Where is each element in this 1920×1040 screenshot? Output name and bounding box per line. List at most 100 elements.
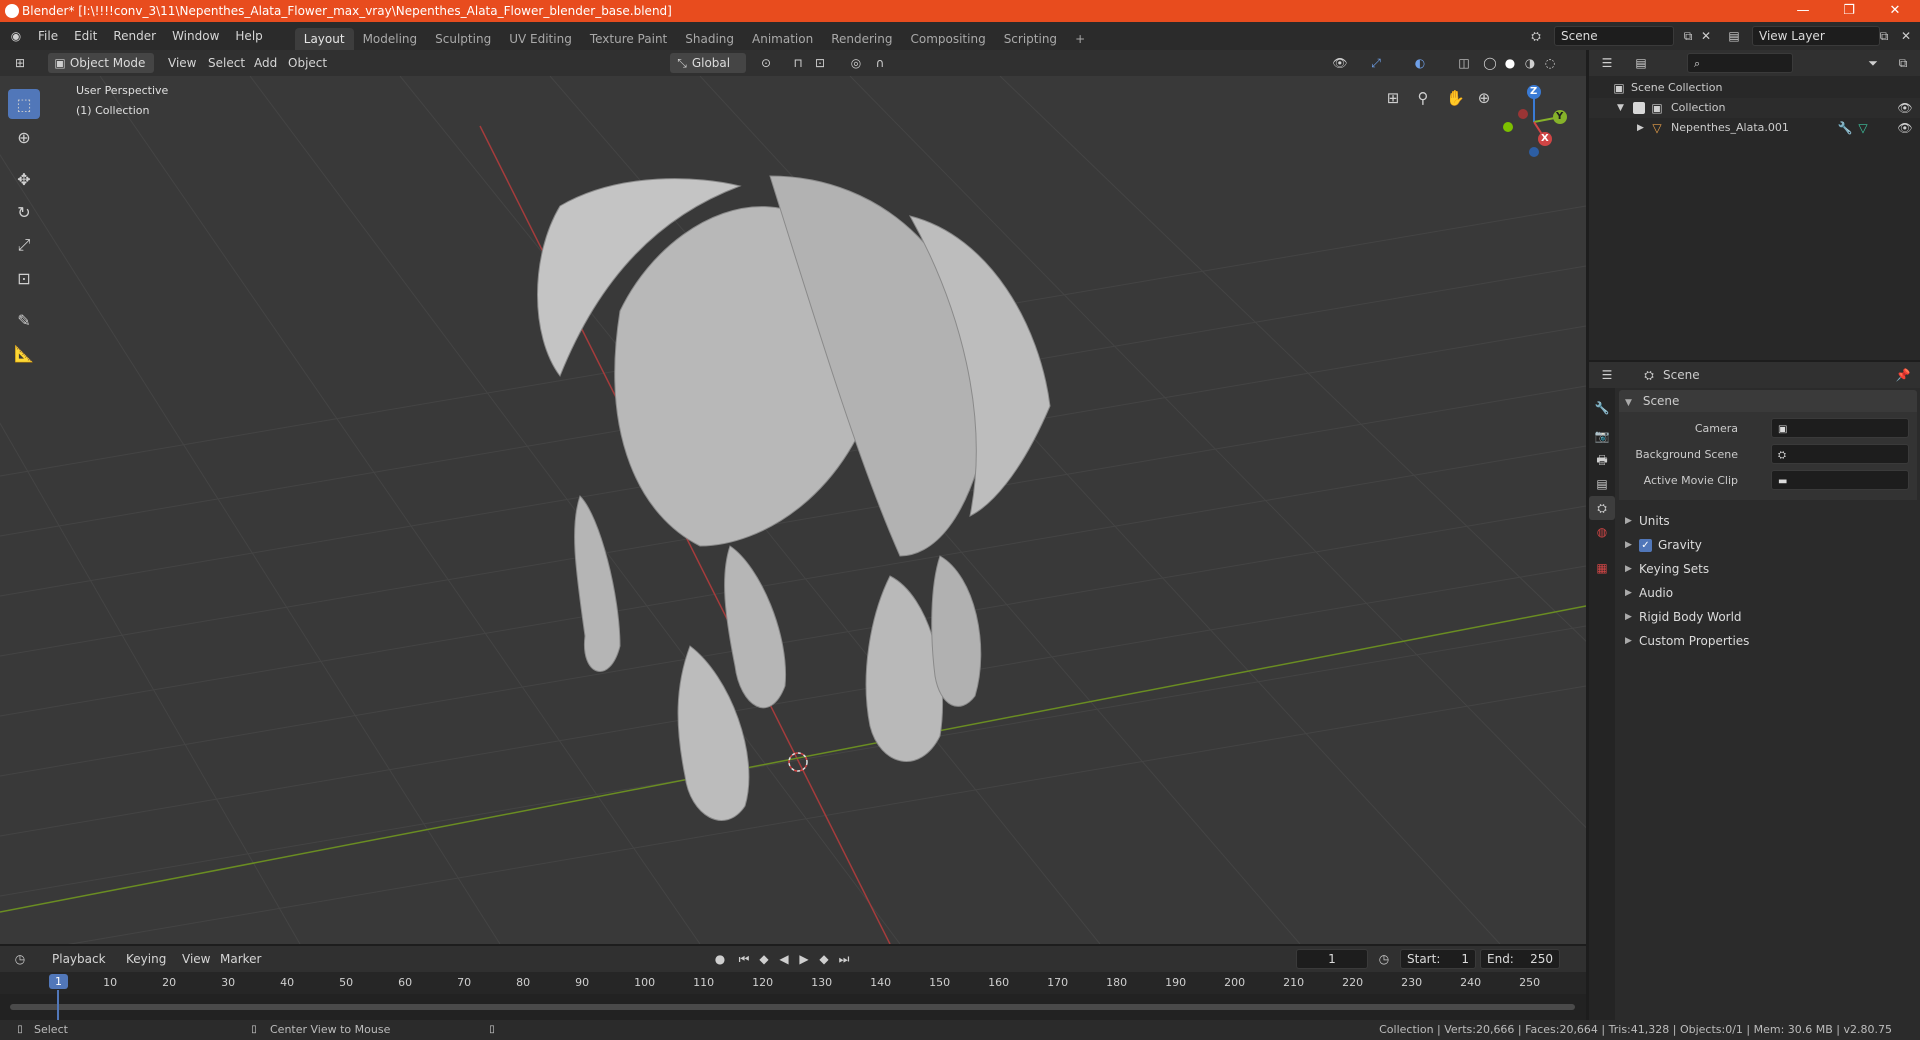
- active-movie-clip-field[interactable]: ▬: [1771, 470, 1909, 490]
- delete-view-layer-icon[interactable]: ✕: [1898, 28, 1914, 44]
- tab-shading[interactable]: Shading: [676, 28, 743, 50]
- scene-selector[interactable]: Scene: [1554, 26, 1674, 46]
- tab-compositing[interactable]: Compositing: [901, 28, 994, 50]
- start-frame-field[interactable]: Start: 1: [1400, 949, 1476, 969]
- frame-ruler[interactable]: 1 10 20 30 40 50 60 70 80 90 100 110 120 130 140 150 160…: [0, 972, 1586, 994]
- display-mode-icon[interactable]: ▤: [1633, 55, 1649, 71]
- current-frame-field[interactable]: 1: [1296, 949, 1368, 969]
- filter-icon[interactable]: ⏷: [1865, 55, 1881, 71]
- delete-scene-icon[interactable]: ✕: [1698, 28, 1714, 44]
- solid-shading-icon[interactable]: ●: [1502, 55, 1518, 71]
- menu-edit[interactable]: Edit: [66, 22, 105, 50]
- prev-keyframe-icon[interactable]: ◆: [756, 951, 772, 967]
- snap-target-icon[interactable]: ⊡: [812, 55, 828, 71]
- overlay-toggle-icon[interactable]: ◐: [1412, 55, 1428, 71]
- blender-menu-icon[interactable]: ◉: [8, 28, 24, 44]
- pivot-icon[interactable]: ⊙: [758, 55, 774, 71]
- menu-help[interactable]: Help: [227, 22, 270, 50]
- view-layer-icon[interactable]: ▤: [1726, 28, 1742, 44]
- background-scene-field[interactable]: ⛭: [1771, 444, 1909, 464]
- timeline-menu-marker[interactable]: Marker: [212, 945, 269, 973]
- annotate-tool[interactable]: ✎: [8, 305, 40, 335]
- expand-arrow-icon[interactable]: ▼: [1617, 98, 1624, 118]
- tab-uv-editing[interactable]: UV Editing: [500, 28, 581, 50]
- view-layer-selector[interactable]: View Layer: [1752, 26, 1880, 46]
- collection-visibility-icon[interactable]: 👁: [1897, 100, 1913, 116]
- tab-sculpting[interactable]: Sculpting: [426, 28, 500, 50]
- hand-pan-icon[interactable]: ✋: [1446, 90, 1465, 106]
- viewport-menu-view[interactable]: View: [160, 49, 204, 77]
- gizmo-toggle-icon[interactable]: ⤢: [1368, 55, 1384, 71]
- jump-start-icon[interactable]: ⏮: [736, 951, 752, 967]
- cursor-tool[interactable]: ⊕: [8, 122, 40, 152]
- render-tab-icon[interactable]: 📷: [1594, 428, 1610, 444]
- new-view-layer-icon[interactable]: ⧉: [1876, 28, 1892, 44]
- select-box-tool[interactable]: ⬚: [8, 89, 40, 119]
- record-icon[interactable]: ●: [712, 951, 728, 967]
- xray-toggle-icon[interactable]: ◫: [1456, 55, 1472, 71]
- object-visibility-icon[interactable]: 👁: [1897, 120, 1913, 136]
- view-layer-tab-icon[interactable]: ▤: [1594, 476, 1610, 492]
- pin-icon[interactable]: 📌: [1895, 367, 1911, 383]
- tab-animation[interactable]: Animation: [743, 28, 822, 50]
- new-collection-icon[interactable]: ⧉: [1895, 55, 1911, 71]
- output-tab-icon[interactable]: 🖶: [1594, 452, 1610, 468]
- outliner-editor-icon[interactable]: ☰: [1599, 55, 1615, 71]
- close-button[interactable]: ✕: [1872, 0, 1918, 22]
- end-frame-field[interactable]: End: 250: [1480, 949, 1560, 969]
- next-keyframe-icon[interactable]: ◆: [816, 951, 832, 967]
- gravity-checkbox[interactable]: ✓: [1639, 538, 1652, 552]
- toggle-camera-view-grid-icon[interactable]: ⊞: [1385, 90, 1401, 106]
- camera-field[interactable]: ▣: [1771, 418, 1909, 438]
- menu-window[interactable]: Window: [164, 22, 227, 50]
- wireframe-shading-icon[interactable]: ◯: [1482, 55, 1498, 71]
- transform-tool[interactable]: ⊡: [8, 263, 40, 293]
- texture-tab-icon[interactable]: ▦: [1594, 560, 1610, 576]
- subpanel-units[interactable]: ▶ Units: [1625, 510, 1670, 532]
- tab-modeling[interactable]: Modeling: [354, 28, 427, 50]
- rendered-shading-icon[interactable]: ◌: [1542, 55, 1558, 71]
- timeline-track-area[interactable]: [0, 994, 1586, 1020]
- minimize-button[interactable]: —: [1780, 0, 1826, 22]
- play-reverse-icon[interactable]: ◀: [776, 951, 792, 967]
- new-scene-icon[interactable]: ⧉: [1680, 28, 1696, 44]
- mode-selector[interactable]: ▣ Object Mode: [48, 53, 154, 73]
- jump-end-icon[interactable]: ⏭: [836, 951, 852, 967]
- rotate-tool[interactable]: ↻: [8, 197, 40, 227]
- falloff-icon[interactable]: ∩: [872, 55, 888, 71]
- transform-orientation-selector[interactable]: ⤡ Global: [670, 53, 746, 73]
- add-workspace-button[interactable]: +: [1066, 28, 1094, 50]
- menu-render[interactable]: Render: [105, 22, 164, 50]
- tab-texture-paint[interactable]: Texture Paint: [581, 28, 676, 50]
- outliner-row-object[interactable]: ▶ ▽ Nepenthes_Alata.001 🔧 ▽ 👁: [1589, 118, 1920, 138]
- scale-tool[interactable]: ⤢: [8, 230, 40, 260]
- subpanel-gravity[interactable]: ▶ ✓ Gravity: [1625, 534, 1702, 556]
- proportional-edit-icon[interactable]: ◎: [848, 55, 864, 71]
- world-tab-icon[interactable]: ◍: [1594, 524, 1610, 540]
- collection-checkbox[interactable]: [1633, 102, 1645, 114]
- play-icon[interactable]: ▶: [796, 951, 812, 967]
- scene-panel-header[interactable]: ▼ Scene: [1619, 390, 1917, 412]
- outliner-search-input[interactable]: ⌕: [1687, 53, 1793, 73]
- properties-editor-icon[interactable]: ☰: [1599, 367, 1615, 383]
- tab-scripting[interactable]: Scripting: [995, 28, 1066, 50]
- scene-icon[interactable]: ⛭: [1528, 28, 1544, 44]
- outliner-row-scene-collection[interactable]: ▣ Scene Collection: [1589, 78, 1920, 98]
- subpanel-rigid-body-world[interactable]: ▶ Rigid Body World: [1625, 606, 1742, 628]
- outliner-row-collection[interactable]: ▼ ▣ Collection 👁: [1589, 98, 1920, 118]
- timeline-menu-playback[interactable]: Playback: [44, 945, 114, 973]
- subpanel-custom-properties[interactable]: ▶ Custom Properties: [1625, 630, 1749, 652]
- tab-rendering[interactable]: Rendering: [822, 28, 901, 50]
- timeline-scrollbar[interactable]: [10, 1004, 1575, 1010]
- modifier-icon[interactable]: 🔧: [1837, 120, 1853, 136]
- mesh-data-icon[interactable]: ▽: [1855, 120, 1871, 136]
- preview-range-icon[interactable]: ◷: [1376, 951, 1392, 967]
- menu-file[interactable]: File: [30, 22, 66, 50]
- camera-view-icon[interactable]: ⚲: [1415, 90, 1431, 106]
- measure-tool[interactable]: 📐: [8, 338, 40, 368]
- material-shading-icon[interactable]: ◑: [1522, 55, 1538, 71]
- zoom-icon[interactable]: ⊕: [1476, 90, 1492, 106]
- move-tool[interactable]: ✥: [8, 164, 40, 194]
- maximize-button[interactable]: ❐: [1826, 0, 1872, 22]
- tool-tab-icon[interactable]: 🔧: [1594, 400, 1610, 416]
